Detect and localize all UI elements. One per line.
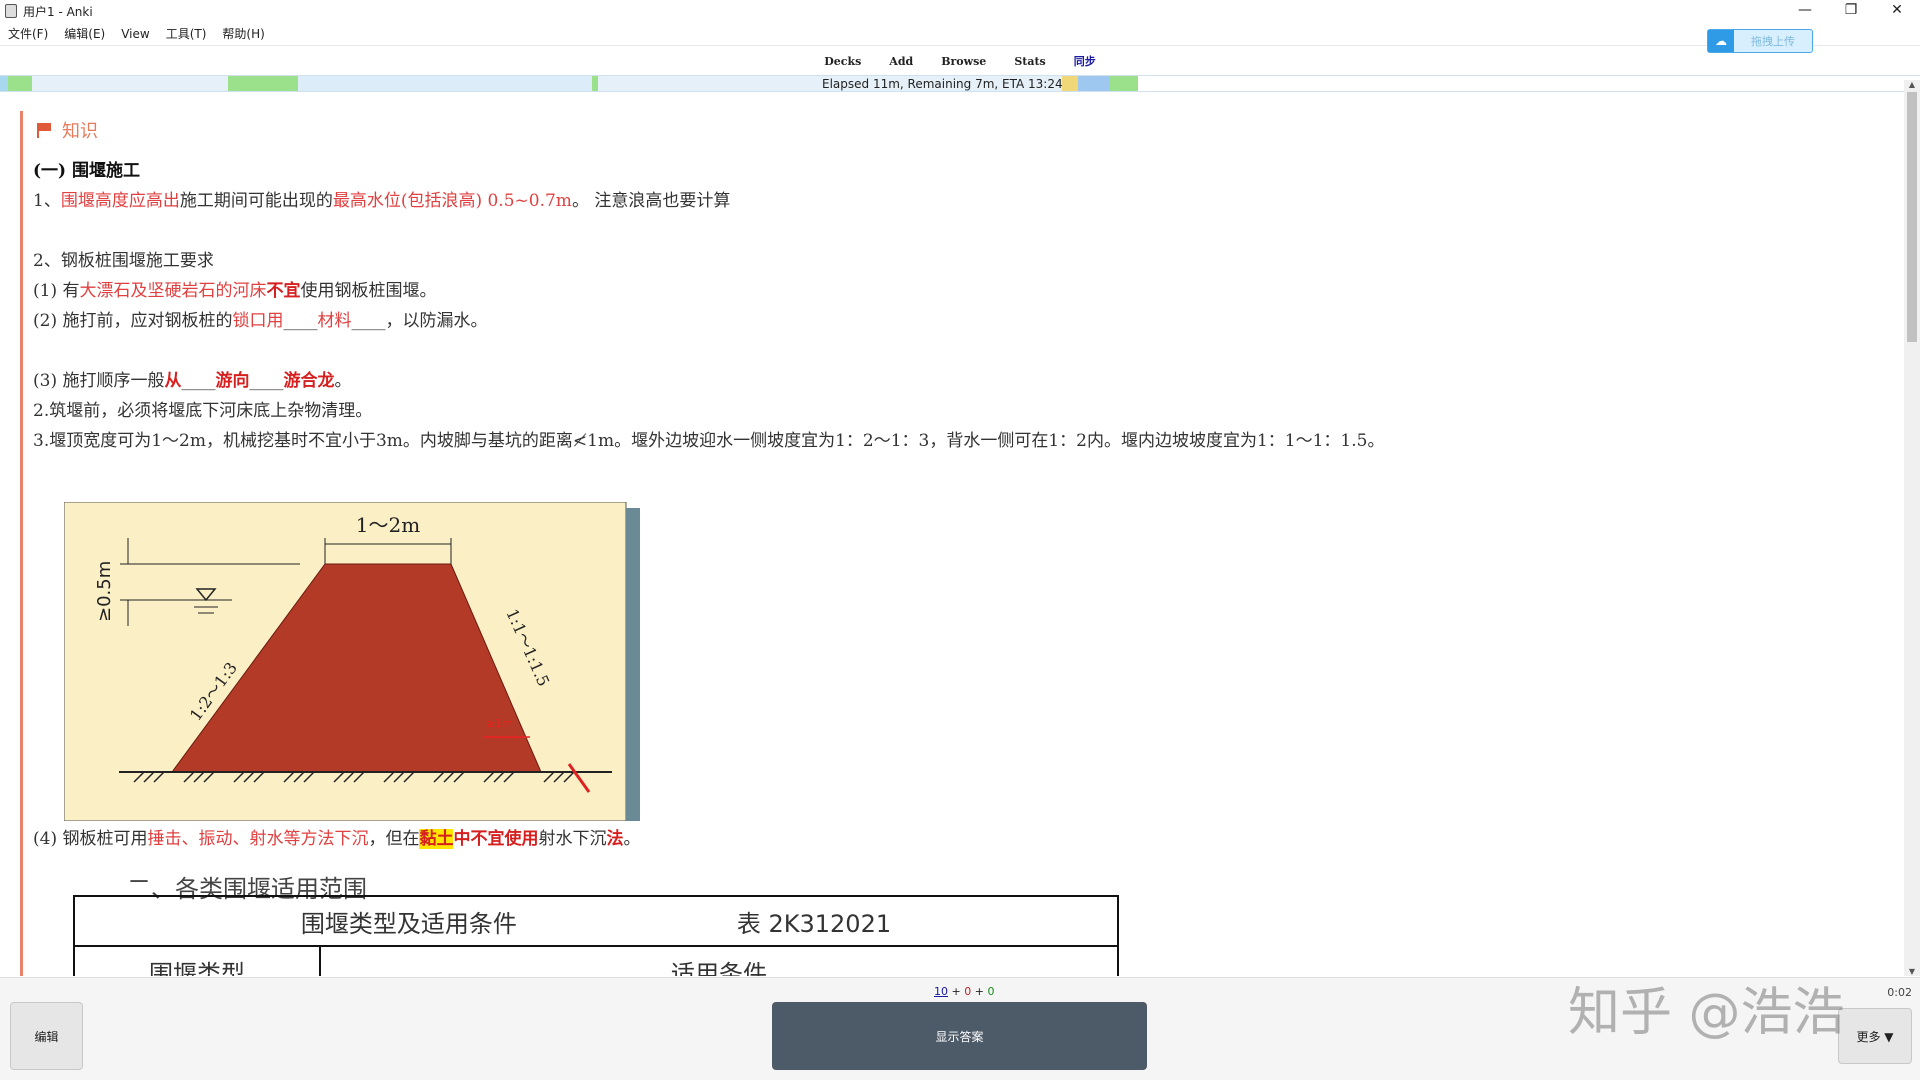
scroll-up-icon[interactable]: ▲ (1904, 80, 1920, 89)
card-line-1: 1、围堰高度应高出施工期间可能出现的最高水位(包括浪高) 0.5~0.7m。 注… (33, 191, 731, 211)
main-toolbar: Decks Add Browse Stats 同步 (0, 50, 1920, 72)
top-width-label: 1～2m (356, 513, 420, 537)
progress-segment (298, 76, 592, 91)
toolbar-sync[interactable]: 同步 (1074, 53, 1096, 69)
card-line-4: (2) 施打前，应对钢板桩的锁口用____材料____，以防漏水。 (33, 311, 488, 331)
section-label: 知识 (62, 121, 98, 142)
more-button[interactable]: 更多 ▼ (1838, 1008, 1912, 1064)
section-title: 知识 (36, 117, 98, 143)
cloud-icon: ☁ (1708, 30, 1734, 52)
card-line-5: (3) 施打顺序一般从____游向____游合龙。 (33, 371, 352, 391)
window-title: 用户1 - Anki (23, 4, 93, 19)
card-view: 知识 (一) 围堰施工 1、围堰高度应高出施工期间可能出现的最高水位(包括浪高)… (0, 93, 1904, 976)
card-scrollbar[interactable]: ▲ ▼ (1904, 80, 1920, 976)
new-count: 10 (934, 985, 948, 998)
toolbar-add[interactable]: Add (889, 55, 913, 68)
table-title-cell: 围堰类型及适用条件表 2K312021 (73, 895, 1119, 947)
due-counts: 10 + 0 + 0 (934, 985, 995, 998)
scrollbar-thumb[interactable] (1907, 92, 1917, 342)
progress-bar: Elapsed 11m, Remaining 7m, ETA 13:24 (0, 75, 1920, 92)
progress-segment (1110, 76, 1138, 91)
freeboard-label: ≥0.5m (94, 561, 115, 622)
toolbar-stats[interactable]: Stats (1014, 55, 1045, 68)
zhihu-watermark: 知乎 @浩浩 (1568, 983, 1845, 1043)
close-button[interactable]: ✕ (1874, 0, 1920, 22)
review-count: 0 (987, 985, 995, 998)
progress-segment (8, 76, 32, 91)
diagram-edge-strip (626, 508, 640, 821)
menu-view[interactable]: View (121, 27, 149, 41)
progress-segment (228, 76, 298, 91)
card-line-7: 3.堰顶宽度可为1～2m，机械挖基时不宜小于3m。内坡脚与基坑的距离≮1m。堰外… (33, 431, 1385, 451)
toolbar-browse[interactable]: Browse (941, 55, 986, 68)
card-line-8: (4) 钢板桩可用捶击、振动、射水等方法下沉，但在黏土中不宜使用射水下沉法。 (33, 829, 641, 849)
cofferdam-table: 围堰类型及适用条件表 2K312021 围堰类型 适用条件 (73, 895, 1119, 976)
menu-edit[interactable]: 编辑(E) (64, 25, 105, 42)
card-line-2: 2、钢板桩围堰施工要求 (33, 251, 214, 271)
cofferdam-table-image: 二、各类围堰适用范围 围堰类型及适用条件表 2K312021 围堰类型 适用条件 (73, 875, 1119, 976)
card-line-3: (1) 有大漂石及坚硬岩石的河床不宜使用钢板桩围堰。 (33, 281, 437, 301)
anki-app-icon (5, 4, 17, 18)
show-answer-button[interactable]: 显示答案 (772, 1002, 1147, 1070)
menu-bar: 文件(F) 编辑(E) View 工具(T) 帮助(H) (0, 22, 1920, 46)
minimize-button[interactable]: — (1782, 0, 1828, 22)
card-left-rule (20, 111, 23, 976)
progress-segment (0, 76, 8, 91)
table-row: 围堰类型 适用条件 (73, 945, 1119, 976)
menu-help[interactable]: 帮助(H) (222, 25, 264, 42)
menu-file[interactable]: 文件(F) (8, 25, 48, 42)
card-line-6: 2.筑堰前，必须将堰底下河床底上杂物清理。 (33, 401, 373, 421)
learn-count: 0 (964, 985, 972, 998)
toe-distance-label: ≥1m (486, 717, 513, 730)
window-controls: — ❐ ✕ (1782, 0, 1920, 22)
menu-tools[interactable]: 工具(T) (166, 25, 207, 42)
table-row: 围堰类型及适用条件表 2K312021 (73, 895, 1119, 947)
card-heading: (一) 围堰施工 (33, 161, 141, 181)
progress-eta: Elapsed 11m, Remaining 7m, ETA 13:24 (822, 77, 1063, 91)
progress-segment (1062, 76, 1078, 91)
restore-button[interactable]: ❐ (1828, 0, 1874, 22)
answer-timer: 0:02 (1887, 986, 1912, 999)
toolbar-decks[interactable]: Decks (824, 55, 861, 68)
card-content: (一) 围堰施工 1、围堰高度应高出施工期间可能出现的最高水位(包括浪高) 0.… (33, 156, 1384, 456)
edit-button[interactable]: 编辑 (10, 1002, 83, 1070)
table-header-conditions: 适用条件 (319, 945, 1119, 976)
table-header-type: 围堰类型 (73, 945, 321, 976)
cofferdam-diagram: 1～2m ≥0.5m 1:2～1:3 1:1～1:1.5 ≥1m (64, 502, 640, 821)
scroll-down-icon[interactable]: ▼ (1904, 967, 1920, 976)
upload-label: 拖拽上传 (1751, 35, 1795, 48)
flag-icon (36, 122, 52, 138)
window-titlebar: 用户1 - Anki — ❐ ✕ (0, 0, 1920, 22)
progress-segment (32, 76, 228, 91)
